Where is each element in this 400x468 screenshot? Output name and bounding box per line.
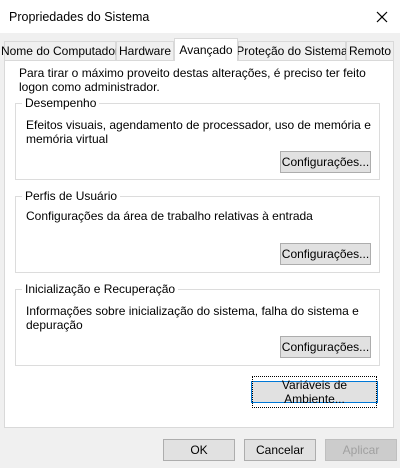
user-profiles-group: Perfis de Usuário Configurações da área … bbox=[15, 189, 380, 273]
startup-recovery-description: Informações sobre inicialização do siste… bbox=[26, 304, 359, 332]
performance-description: Efeitos visuais, agendamento de processa… bbox=[26, 118, 371, 146]
performance-settings-button[interactable]: Configurações... bbox=[280, 151, 371, 173]
user-profiles-settings-button[interactable]: Configurações... bbox=[280, 243, 371, 265]
close-button[interactable] bbox=[370, 6, 394, 28]
window-title: Propriedades do Sistema bbox=[9, 10, 150, 24]
tab-computer-name[interactable]: Nome do Computador bbox=[1, 41, 119, 60]
close-icon bbox=[376, 11, 388, 23]
title-bar: Propriedades do Sistema bbox=[0, 0, 400, 33]
performance-group-title: Desempenho bbox=[22, 96, 100, 110]
apply-button[interactable]: Aplicar bbox=[325, 439, 397, 461]
tab-system-protection[interactable]: Proteção do Sistema bbox=[236, 41, 348, 60]
environment-variables-button[interactable]: Variáveis de Ambiente... bbox=[251, 376, 378, 408]
user-profiles-group-title: Perfis de Usuário bbox=[22, 189, 121, 203]
startup-recovery-group-title: Inicialização e Recuperação bbox=[22, 282, 179, 296]
tab-hardware[interactable]: Hardware bbox=[116, 41, 174, 60]
tab-advanced[interactable]: Avançado bbox=[174, 38, 238, 61]
cancel-button[interactable]: Cancelar bbox=[244, 439, 316, 461]
environment-variables-label: Variáveis de Ambiente... bbox=[252, 376, 377, 408]
startup-recovery-settings-button[interactable]: Configurações... bbox=[280, 336, 371, 358]
performance-group: Desempenho Efeitos visuais, agendamento … bbox=[15, 96, 380, 180]
tab-remote[interactable]: Remoto bbox=[346, 41, 394, 60]
admin-notice: Para tirar o máximo proveito destas alte… bbox=[19, 66, 366, 94]
ok-button[interactable]: OK bbox=[163, 439, 235, 461]
user-profiles-description: Configurações da área de trabalho relati… bbox=[26, 209, 313, 223]
startup-recovery-group: Inicialização e Recuperação Informações … bbox=[15, 282, 380, 366]
